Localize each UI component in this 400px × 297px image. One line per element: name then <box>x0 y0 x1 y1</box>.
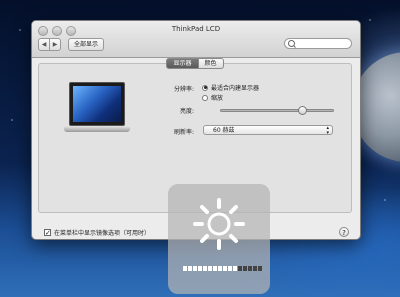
mirror-option[interactable]: ✓ 在菜单栏中显示镜像选项（可用时） <box>44 228 150 237</box>
refresh-label: 刷新率: <box>173 129 194 136</box>
tab-display[interactable]: 显示器 <box>166 58 199 69</box>
mirror-option-label: 在菜单栏中显示镜像选项（可用时） <box>54 230 151 237</box>
tab-color[interactable]: 颜色 <box>198 58 224 69</box>
forward-icon[interactable]: ▶ <box>49 39 60 50</box>
brightness-level-bar <box>183 266 262 271</box>
brightness-label: 亮度: <box>179 108 194 115</box>
checkbox-checked-icon[interactable]: ✓ <box>44 229 51 237</box>
brightness-level-segment <box>198 266 202 271</box>
laptop-base <box>64 126 130 132</box>
resolution-label: 分辨率: <box>173 86 194 93</box>
laptop-screen <box>69 82 125 126</box>
refresh-rate-value: 60 赫兹 <box>213 127 235 134</box>
brightness-level-segment <box>228 266 232 271</box>
resolution-best-label: 最适合内建显示器 <box>211 85 260 92</box>
refresh-rate-select[interactable]: 60 赫兹 ▴ ▾ <box>203 125 333 136</box>
resolution-best-option[interactable]: 最适合内建显示器 <box>202 83 259 92</box>
brightness-slider-track[interactable] <box>220 109 334 112</box>
brightness-level-segment <box>253 266 257 271</box>
sun-icon <box>193 198 245 250</box>
brightness-level-segment <box>243 266 247 271</box>
radio-unselected-icon <box>202 94 208 101</box>
brightness-level-segment <box>238 266 242 271</box>
brightness-level-segment <box>258 266 262 271</box>
laptop-icon <box>64 82 130 150</box>
brightness-level-segment <box>223 266 227 271</box>
brightness-slider-knob[interactable] <box>298 106 307 115</box>
help-button[interactable]: ? <box>339 227 349 237</box>
brightness-level-segment <box>188 266 192 271</box>
brightness-level-segment <box>193 266 197 271</box>
brightness-level-segment <box>213 266 217 271</box>
nav-buttons: ◀ ▶ <box>38 38 61 51</box>
window-title: ThinkPad LCD <box>171 25 221 33</box>
brightness-hud <box>168 184 270 294</box>
brightness-level-segment <box>183 266 187 271</box>
title-bar: ThinkPad LCD ◀ ▶ 全部显示 <box>32 21 360 58</box>
tab-bar: 显示器 颜色 <box>31 58 359 69</box>
brightness-level-segment <box>218 266 222 271</box>
show-all-button[interactable]: 全部显示 <box>68 38 105 51</box>
popup-arrows-icon: ▴ ▾ <box>326 125 329 136</box>
brightness-level-segment <box>233 266 237 271</box>
search-input[interactable] <box>284 38 352 49</box>
brightness-level-segment <box>248 266 252 271</box>
back-icon[interactable]: ◀ <box>39 39 49 50</box>
search-icon <box>288 40 295 47</box>
brightness-level-segment <box>208 266 212 271</box>
radio-selected-icon <box>202 84 208 91</box>
resolution-scaled-label: 缩放 <box>211 95 224 102</box>
brightness-level-segment <box>203 266 207 271</box>
resolution-scaled-option[interactable]: 缩放 <box>202 93 223 102</box>
